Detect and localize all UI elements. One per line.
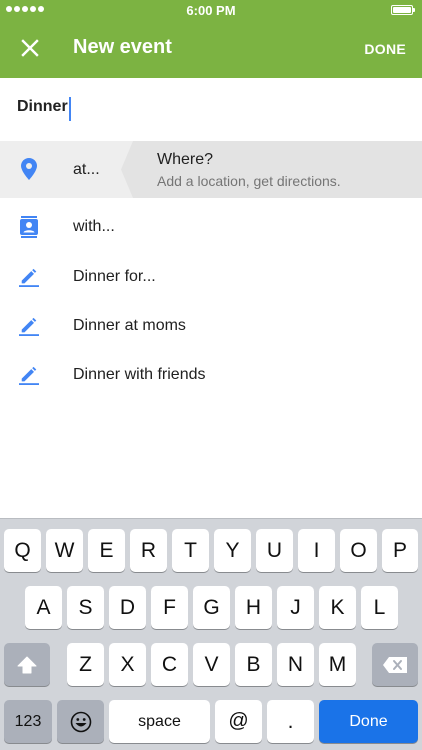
key-f[interactable]: F [151,586,188,629]
key-z[interactable]: Z [67,643,104,686]
key-h[interactable]: H [235,586,272,629]
header: 6:00 PM New event DONE [0,0,422,78]
key-o[interactable]: O [340,529,377,572]
contact-icon [19,216,39,238]
key-t[interactable]: T [172,529,209,572]
key-u[interactable]: U [256,529,293,572]
suggestion-label: Dinner with friends [73,366,206,383]
key-r[interactable]: R [130,529,167,572]
key-k[interactable]: K [319,586,356,629]
shift-icon [17,656,37,673]
page-title: New event [73,36,172,58]
key-n[interactable]: N [277,643,314,686]
close-icon [21,39,39,57]
pencil-icon [19,267,39,287]
status-bar: 6:00 PM [0,0,422,20]
where-suggestion[interactable]: Where? Add a location, get directions. [121,141,422,198]
app-bar: New event DONE [0,20,422,78]
key-i[interactable]: I [298,529,335,572]
battery-icon [391,5,415,15]
close-button[interactable] [12,30,48,66]
where-callout-shape [121,141,422,198]
event-title-input[interactable]: Dinner [17,98,68,116]
key-x[interactable]: X [109,643,146,686]
key-j[interactable]: J [277,586,314,629]
key-y[interactable]: Y [214,529,251,572]
text-cursor [69,97,71,121]
suggestion-dinner-for[interactable]: Dinner for... [0,252,422,302]
backspace-key[interactable] [372,643,418,686]
shift-key[interactable] [4,643,50,686]
at-key[interactable]: @ [215,700,262,743]
pencil-icon [19,365,39,385]
location-row-label: at... [73,161,100,178]
key-l[interactable]: L [361,586,398,629]
key-d[interactable]: D [109,586,146,629]
suggestion-label: Dinner at moms [73,317,186,334]
where-subtitle: Add a location, get directions. [157,173,341,189]
suggestion-dinner-with-friends[interactable]: Dinner with friends [0,350,422,400]
keyboard-done-key[interactable]: Done [319,700,418,743]
numbers-key[interactable]: 123 [4,700,52,743]
key-c[interactable]: C [151,643,188,686]
key-g[interactable]: G [193,586,230,629]
key-a[interactable]: A [25,586,62,629]
key-s[interactable]: S [67,586,104,629]
key-b[interactable]: B [235,643,272,686]
key-e[interactable]: E [88,529,125,572]
suggestion-label: Dinner for... [73,268,156,285]
emoji-icon [70,711,91,732]
space-key[interactable]: space [109,700,210,743]
pencil-icon [19,316,39,336]
where-title: Where? [157,151,214,168]
done-button[interactable]: DONE [364,41,406,57]
status-time: 6:00 PM [186,3,236,18]
key-p[interactable]: P [382,529,418,572]
backspace-icon [383,656,407,673]
key-w[interactable]: W [46,529,83,572]
key-q[interactable]: Q [4,529,41,572]
suggestion-with[interactable]: with... [0,202,422,252]
event-title-field[interactable]: Dinner [0,78,422,141]
period-key[interactable]: . [267,700,314,743]
emoji-key[interactable] [57,700,104,743]
key-m[interactable]: M [319,643,356,686]
suggestion-label: with... [73,218,115,235]
key-v[interactable]: V [193,643,230,686]
suggestion-dinner-at-moms[interactable]: Dinner at moms [0,301,422,351]
keyboard: Q W E R T Y U I O P A S D F G H J K L Z … [0,518,422,750]
location-pin-icon [19,158,39,180]
